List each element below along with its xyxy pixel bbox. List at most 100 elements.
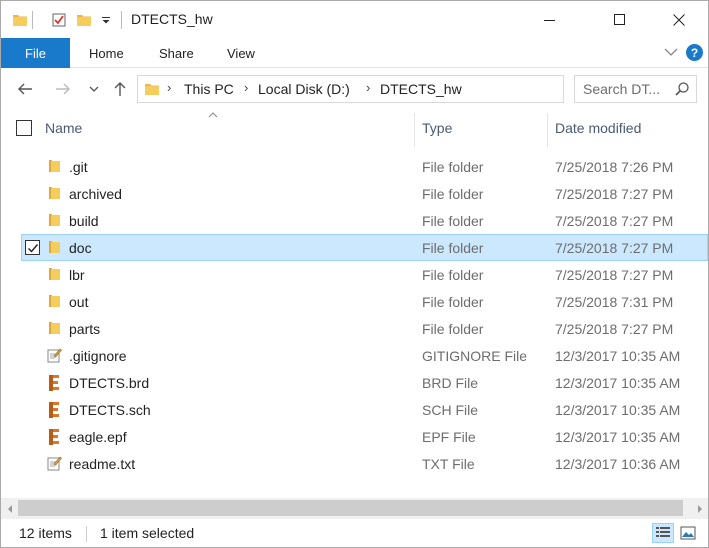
recent-locations-chevron[interactable] [85,77,103,101]
breadcrumb-local-disk[interactable]: Local Disk (D:) [258,81,350,97]
file-row[interactable]: out File folder 7/25/2018 7:31 PM [21,288,708,315]
file-name: eagle.epf [69,429,127,445]
file-date: 7/25/2018 7:27 PM [555,186,674,202]
file-type: TXT File [422,456,475,472]
close-icon [673,13,685,26]
file-type: File folder [422,186,484,202]
column-header-date-modified[interactable]: Date modified [555,120,641,136]
search-icon[interactable] [674,81,690,97]
minimize-button[interactable] [527,1,573,38]
large-icons-view-icon [680,526,696,540]
up-arrow-icon [114,82,126,96]
select-all-checkbox[interactable] [16,120,32,136]
file-row-selected[interactable]: doc File folder 7/25/2018 7:27 PM [21,234,708,261]
folder-icon [46,266,62,282]
file-type: File folder [422,267,484,283]
maximize-button[interactable] [597,1,643,38]
search-input[interactable] [575,76,673,102]
file-date: 12/3/2017 10:35 AM [555,348,681,364]
scroll-right-button[interactable] [691,498,708,519]
details-view-button[interactable] [652,523,674,543]
properties-icon[interactable] [48,9,70,31]
forward-arrow-icon [56,83,70,95]
column-divider[interactable] [414,113,415,147]
column-header-type[interactable]: Type [422,120,452,136]
status-separator [86,526,87,542]
scroll-left-button[interactable] [1,498,18,519]
folder-icon [46,158,62,174]
file-date: 7/25/2018 7:27 PM [555,213,674,229]
file-row[interactable]: DTECTS.sch SCH File 12/3/2017 10:35 AM [21,396,708,423]
back-button[interactable] [13,77,37,101]
expand-ribbon-chevron-icon[interactable] [662,43,680,61]
breadcrumb-this-pc[interactable]: This PC [184,81,234,97]
item-count: 12 items [19,525,72,541]
explorer-window: DTECTS_hw File Home Share View ? › This … [0,0,709,548]
file-type: File folder [422,159,484,175]
window-title: DTECTS_hw [131,11,213,27]
column-divider[interactable] [547,113,548,147]
breadcrumb-chevron-icon[interactable]: › [244,80,248,95]
file-row[interactable]: build File folder 7/25/2018 7:27 PM [21,207,708,234]
minimize-icon [544,19,555,21]
close-button[interactable] [656,1,702,38]
row-checkbox[interactable] [25,240,40,255]
breadcrumb-chevron-icon[interactable]: › [167,80,171,95]
folder-icon [9,9,31,31]
title-separator [32,11,33,29]
file-name: DTECTS.sch [69,402,151,418]
checkmark-icon [27,243,38,253]
file-name: lbr [69,267,85,283]
eagle-file-icon [46,401,62,418]
file-date: 7/25/2018 7:31 PM [555,294,674,310]
breadcrumb-dtects-hw[interactable]: DTECTS_hw [380,81,462,97]
horizontal-scrollbar[interactable] [1,498,708,519]
forward-button[interactable] [51,77,75,101]
file-date: 7/25/2018 7:27 PM [555,240,674,256]
text-file-icon [46,347,62,363]
file-row[interactable]: archived File folder 7/25/2018 7:27 PM [21,180,708,207]
tab-home[interactable]: Home [89,38,124,68]
folder-icon [46,320,62,336]
column-header-name[interactable]: Name [45,120,82,136]
tab-view[interactable]: View [227,38,255,68]
back-arrow-icon [18,83,32,95]
breadcrumb-chevron-icon[interactable]: › [366,80,370,95]
file-date: 7/25/2018 7:27 PM [555,267,674,283]
address-bar[interactable]: › This PC › Local Disk (D:) › DTECTS_hw [137,75,696,103]
tab-share[interactable]: Share [159,38,194,68]
help-button[interactable]: ? [686,44,703,61]
file-row[interactable]: parts File folder 7/25/2018 7:27 PM [21,315,708,342]
up-button[interactable] [108,77,132,101]
file-name: parts [69,321,101,337]
file-date: 12/3/2017 10:35 AM [555,429,681,445]
file-row[interactable]: readme.txt TXT File 12/3/2017 10:36 AM [21,450,708,477]
file-row[interactable]: eagle.epf EPF File 12/3/2017 10:35 AM [21,423,708,450]
details-view-icon [656,527,670,537]
selection-count: 1 item selected [100,525,195,541]
folder-icon [46,293,62,309]
search-box [574,75,697,103]
address-row: › This PC › Local Disk (D:) › DTECTS_hw [1,69,708,109]
scroll-thumb[interactable] [18,500,683,516]
eagle-file-icon [46,374,62,391]
tab-file[interactable]: File [1,38,70,68]
title-bar: DTECTS_hw [1,1,708,38]
file-date: 12/3/2017 10:36 AM [555,456,681,472]
large-icons-view-button[interactable] [677,523,699,543]
file-type: File folder [422,213,484,229]
file-date: 7/25/2018 7:27 PM [555,321,674,337]
file-type: File folder [422,240,484,256]
file-type: EPF File [422,429,476,445]
sort-ascending-icon [208,110,218,121]
customize-toolbar-chevron-icon[interactable] [97,9,115,31]
new-folder-icon[interactable] [73,9,95,31]
file-name: doc [69,240,92,256]
file-row[interactable]: .git File folder 7/25/2018 7:26 PM [21,153,708,180]
file-row[interactable]: DTECTS.brd BRD File 12/3/2017 10:35 AM [21,369,708,396]
file-row[interactable]: .gitignore GITIGNORE File 12/3/2017 10:3… [21,342,708,369]
file-type: File folder [422,321,484,337]
chevron-down-icon [89,86,99,92]
file-row[interactable]: lbr File folder 7/25/2018 7:27 PM [21,261,708,288]
file-type: BRD File [422,375,479,391]
